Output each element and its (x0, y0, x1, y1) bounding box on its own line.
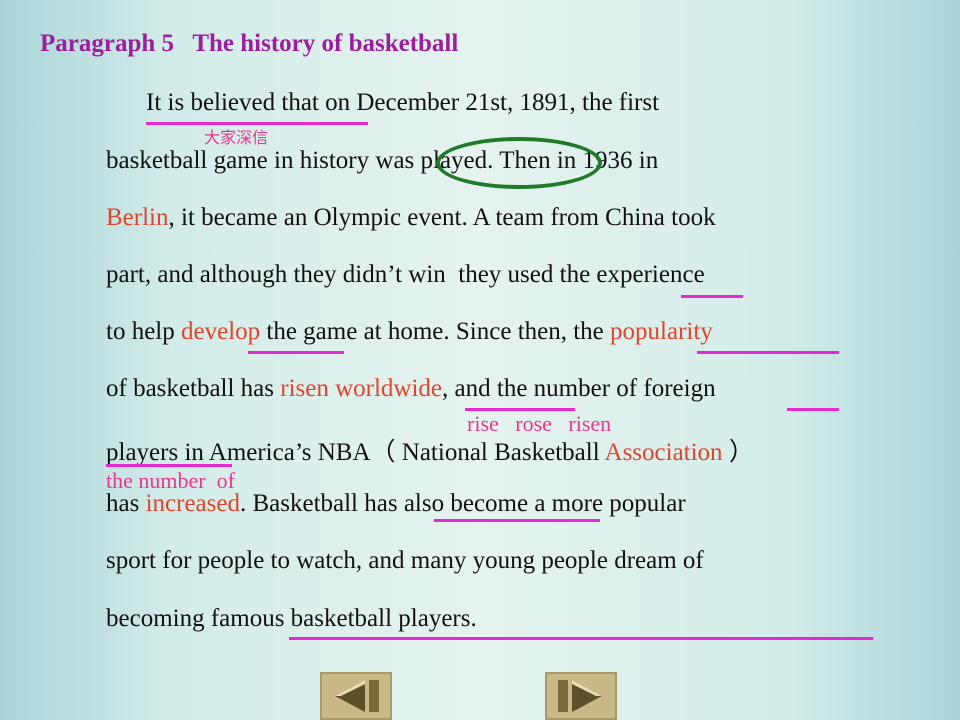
paragraph-line: part, and although they didn’t win they … (106, 261, 705, 289)
highlight-circle (436, 137, 602, 189)
text-segment: has (106, 490, 146, 517)
text-segment: It is believed that on December 21st, 18… (146, 89, 660, 116)
annotation-verb-forms: rise rose risen (467, 411, 612, 436)
text-segment: to help (106, 318, 181, 345)
triangle-right-icon (558, 680, 602, 712)
text-segment: . Basketball has also become a more popu… (239, 490, 686, 517)
prev-button[interactable] (320, 672, 392, 720)
paragraph-line: players in America’s NBA（ National Baske… (106, 432, 754, 468)
highlighted-word: increased (145, 490, 240, 517)
text-segment: , and the number of foreign (442, 375, 716, 402)
text-segment: , it became an Olympic event. A team fro… (168, 204, 716, 231)
highlighted-word: risen worldwide (280, 375, 443, 402)
highlighted-word: develop (181, 318, 261, 345)
text-segment: players in America’s NBA（ National Baske… (106, 439, 605, 466)
triangle-left-icon (335, 680, 379, 712)
annotation-number-of: the number of (106, 468, 235, 493)
paragraph-title: Paragraph 5 The history of basketball (40, 30, 459, 57)
underline-players-in (106, 464, 232, 467)
underline-famous-players (289, 637, 873, 640)
annotation-believe: 大家深信 (204, 128, 269, 147)
underline-the-popularity (697, 351, 839, 354)
underline-believed (146, 122, 368, 125)
paragraph-line: Berlin, it became an Olympic event. A te… (106, 204, 716, 232)
highlighted-word: Berlin (106, 204, 169, 231)
underline-the (681, 295, 743, 298)
text-segment: sport for people to watch, and many youn… (106, 547, 704, 574)
paragraph-line: sport for people to watch, and many youn… (106, 547, 704, 575)
underline-also-become (434, 519, 600, 522)
text-segment: the game at home. Since then, the (260, 318, 611, 345)
text-segment: of basketball has (106, 375, 281, 402)
paragraph-line: to help develop the game at home. Since … (106, 318, 713, 346)
paragraph-line: becoming famous basketball players. (106, 605, 477, 633)
next-button[interactable] (545, 672, 617, 720)
text-segment: part, and although they didn’t win they … (106, 261, 705, 288)
highlighted-word: popularity (610, 318, 713, 345)
highlighted-word: Association (604, 439, 723, 466)
text-segment: ） (722, 439, 754, 466)
underline-foreign (787, 408, 839, 411)
paragraph-line: It is believed that on December 21st, 18… (146, 89, 659, 117)
paragraph-line: of basketball has risen worldwide, and t… (106, 375, 716, 403)
paragraph-line: has increased. Basketball has also becom… (106, 490, 686, 518)
underline-develop (248, 351, 344, 354)
text-segment: becoming famous basketball players. (106, 605, 477, 632)
underline-worldwide (465, 408, 575, 411)
